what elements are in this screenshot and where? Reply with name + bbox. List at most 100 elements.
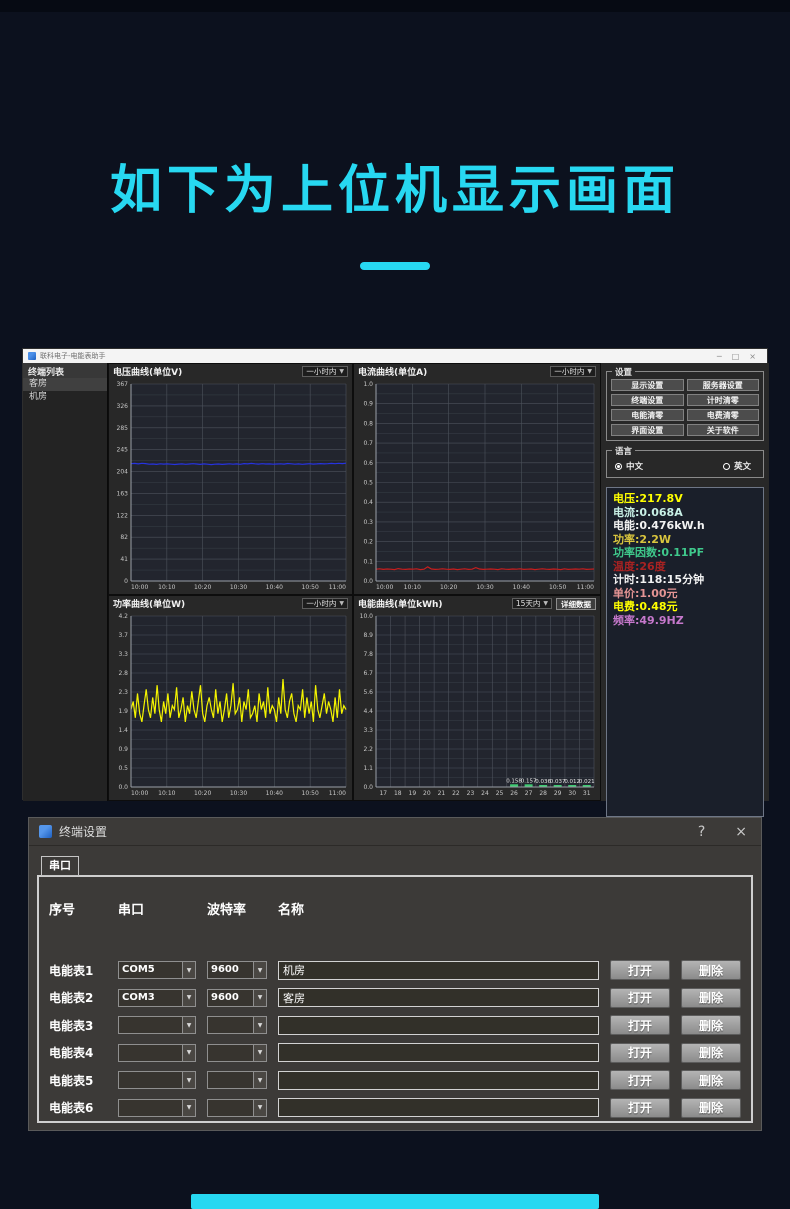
svg-text:27: 27 (525, 790, 533, 797)
minimize-button[interactable]: ─ (717, 352, 722, 361)
settings-button[interactable]: 电费清零 (686, 409, 759, 421)
chevron-down-icon: ▼ (253, 1017, 266, 1033)
language-radio[interactable]: 英文 (722, 460, 751, 472)
reading-温度: 温度:26度 (613, 559, 666, 573)
help-button[interactable]: ? (698, 824, 705, 840)
meter-name-input[interactable] (278, 1098, 599, 1117)
voltage-range-dropdown[interactable]: 一小时内 ▼ (302, 366, 348, 377)
delete-button[interactable]: 删除 (681, 1042, 741, 1063)
language-group: 语言 中文 英文 (606, 445, 764, 478)
open-button[interactable]: 打开 (610, 960, 670, 980)
open-button[interactable]: 打开 (610, 1042, 670, 1063)
baud-rate-select[interactable]: ▼ (207, 1071, 267, 1089)
com-port-select[interactable]: ▼ (118, 1016, 196, 1034)
svg-text:24: 24 (481, 790, 489, 797)
svg-text:10:40: 10:40 (513, 584, 530, 591)
radio-icon (615, 462, 622, 470)
language-radio[interactable]: 中文 (615, 460, 643, 472)
dialog-close-button[interactable]: × (735, 824, 747, 840)
delete-button[interactable]: 删除 (681, 960, 741, 980)
svg-text:10:00: 10:00 (131, 584, 148, 591)
energy-chart-panel: 电能曲线(单位kWh) 15天内 ▼ 详细数据 0.0 1.1 2.2 3.3 4.4 5… (353, 595, 601, 801)
svg-text:245: 245 (117, 447, 129, 454)
current-range-dropdown[interactable]: 一小时内 ▼ (550, 366, 596, 377)
settings-button[interactable]: 界面设置 (611, 424, 684, 436)
meter-name-input[interactable] (278, 1015, 599, 1035)
svg-text:2.2: 2.2 (363, 746, 373, 753)
radio-icon (722, 462, 730, 470)
settings-button[interactable]: 关于软件 (686, 424, 759, 436)
svg-text:285: 285 (117, 425, 129, 432)
language-group-title: 语言 (612, 445, 636, 457)
settings-button[interactable]: 计时清零 (686, 394, 759, 406)
svg-text:1.1: 1.1 (363, 765, 373, 772)
energy-chart-header: 电能曲线(单位kWh) 15天内 ▼ 详细数据 (354, 596, 600, 611)
baud-rate-select[interactable]: 9600 ▼ (207, 988, 267, 1007)
open-button[interactable]: 打开 (610, 987, 670, 1008)
svg-text:10.0: 10.0 (360, 613, 374, 620)
baud-rate-select[interactable]: 9600 ▼ (207, 961, 267, 979)
com-port-select[interactable]: COM5 ▼ (118, 961, 196, 979)
power-range-dropdown[interactable]: 一小时内 ▼ (302, 598, 348, 609)
svg-text:23: 23 (467, 790, 475, 797)
delete-button[interactable]: 删除 (681, 1015, 741, 1035)
svg-text:41: 41 (120, 556, 128, 563)
reading-电费: 电费:0.48元 (613, 600, 678, 613)
svg-text:17: 17 (379, 790, 387, 797)
chevron-down-icon: ▼ (182, 962, 195, 978)
svg-text:122: 122 (117, 512, 129, 519)
svg-text:1.4: 1.4 (118, 727, 128, 734)
com-port-select[interactable]: ▼ (118, 1071, 196, 1089)
settings-group-title: 设置 (612, 366, 636, 378)
open-button[interactable]: 打开 (610, 1070, 670, 1090)
reading-电流: 电流:0.068A (613, 505, 683, 519)
baud-rate-select-value (208, 1100, 253, 1116)
meter-rows: 电能表1COM5▼9600▼打开删除电能表2COM3▼9600▼打开删除电能表3… (49, 960, 741, 1118)
delete-button[interactable]: 删除 (681, 1097, 741, 1118)
language-options: 中文 英文 (611, 458, 759, 473)
settings-button[interactable]: 显示设置 (611, 379, 684, 391)
meter-name-input[interactable] (278, 1043, 599, 1062)
energy-plot: 0.0 1.1 2.2 3.3 4.4 5.6 6.7 7.8 8.9 10.0 17 18 19 20 2… (356, 611, 598, 798)
meter-name-input[interactable] (278, 988, 599, 1007)
tab-serial-port[interactable]: 串口 (41, 856, 79, 876)
com-port-select[interactable]: COM3 ▼ (118, 988, 196, 1007)
chevron-down-icon: ▼ (253, 1099, 266, 1116)
svg-text:0.6: 0.6 (363, 460, 373, 467)
voltage-chart-title: 电压曲线(单位V) (113, 368, 183, 378)
baud-rate-select[interactable]: ▼ (207, 1016, 267, 1034)
svg-text:10:00: 10:00 (131, 790, 148, 797)
svg-text:0.0: 0.0 (363, 784, 373, 791)
delete-button[interactable]: 删除 (681, 987, 741, 1008)
close-button[interactable]: × (749, 352, 756, 361)
svg-text:326: 326 (117, 403, 129, 410)
settings-button[interactable]: 服务器设置 (686, 379, 759, 391)
settings-button[interactable]: 电能清零 (611, 409, 684, 421)
detail-data-button[interactable]: 详细数据 (556, 597, 596, 610)
dialog-titlebar: 终端设置 ? × (29, 818, 761, 846)
baud-rate-select[interactable]: ▼ (207, 1098, 267, 1117)
open-button[interactable]: 打开 (610, 1097, 670, 1118)
settings-button[interactable]: 终端设置 (611, 394, 684, 406)
com-port-select[interactable]: ▼ (118, 1043, 196, 1062)
com-port-select[interactable]: ▼ (118, 1098, 196, 1117)
serial-port-frame: 序号串口波特率名称 电能表1COM5▼9600▼打开删除电能表2COM3▼960… (37, 875, 753, 1123)
svg-text:31: 31 (583, 790, 591, 797)
voltage-plot: 0 41 82 122 163 204 245 285 326 367 10:00 10:10 10:2… (111, 379, 350, 592)
baud-rate-select[interactable]: ▼ (207, 1043, 267, 1062)
terminal-list-item[interactable]: 客房 (23, 378, 107, 391)
meter-row: 电能表2 COM3 ▼ 9600 ▼ 打开删除 (49, 987, 741, 1008)
delete-button[interactable]: 删除 (681, 1070, 741, 1090)
terminal-list-item[interactable]: 机房 (23, 391, 107, 404)
energy-range-dropdown[interactable]: 15天内 ▼ (511, 598, 552, 609)
meter-name-input[interactable] (278, 960, 599, 980)
chevron-down-icon: ▼ (182, 1072, 195, 1088)
energy-chart-title: 电能曲线(单位kWh) (358, 600, 443, 610)
chevron-down-icon: ▼ (253, 989, 266, 1006)
com-port-select-value: COM5 (122, 964, 155, 975)
meter-name-input[interactable] (278, 1070, 599, 1090)
open-button[interactable]: 打开 (610, 1015, 670, 1035)
maximize-button[interactable]: □ (732, 352, 740, 361)
svg-text:0.0: 0.0 (118, 784, 128, 791)
svg-text:29: 29 (554, 790, 562, 797)
